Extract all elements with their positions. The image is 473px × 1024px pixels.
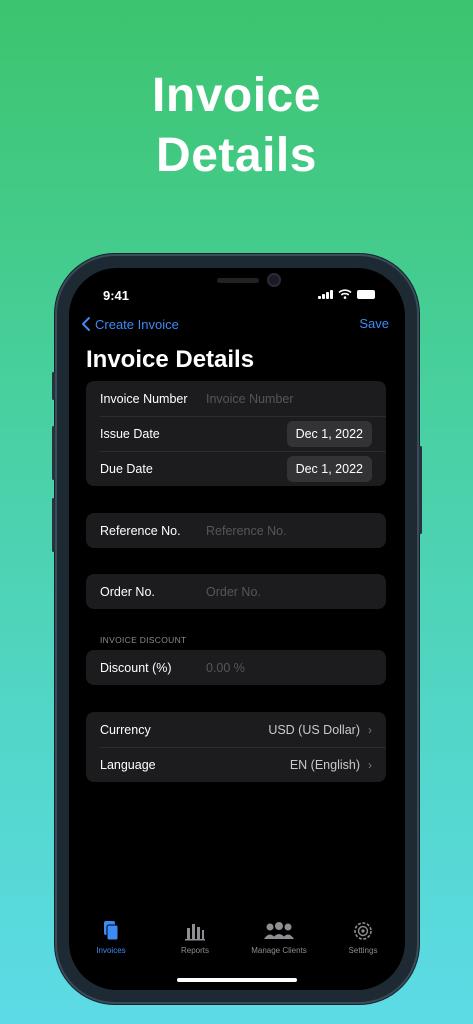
tab-invoices[interactable]: Invoices — [69, 920, 153, 970]
page-title: Invoice Details — [86, 346, 255, 373]
tab-invoices-label: Invoices — [96, 946, 126, 955]
wifi-icon — [338, 289, 352, 299]
tab-settings[interactable]: Settings — [321, 920, 405, 970]
phone-screen: 9:41 Create Invoice Save Invoice Details… — [69, 268, 405, 990]
order-group: Order No. Order No. — [86, 574, 386, 609]
status-icons — [318, 289, 375, 299]
issue-date-label: Issue Date — [100, 426, 160, 441]
back-button[interactable]: Create Invoice — [81, 316, 179, 332]
discount-group: Discount (%) 0.00 % — [86, 650, 386, 685]
reference-row[interactable]: Reference No. Reference No. — [86, 513, 386, 548]
discount-input[interactable]: 0.00 % — [206, 661, 245, 675]
currency-value-wrap: USD (US Dollar) › — [268, 723, 372, 737]
order-row[interactable]: Order No. Order No. — [86, 574, 386, 609]
tab-reports-label: Reports — [180, 946, 209, 955]
order-input[interactable]: Order No. — [206, 585, 261, 599]
currency-label: Currency — [100, 722, 151, 737]
tab-reports[interactable]: Reports — [153, 920, 237, 970]
cellular-signal-icon — [318, 290, 333, 299]
language-value: EN (English) — [289, 757, 360, 772]
discount-row[interactable]: Discount (%) 0.00 % — [86, 650, 386, 685]
invoice-number-input[interactable]: Invoice Number — [206, 392, 294, 406]
hero-title: Invoice Details — [0, 66, 473, 186]
locale-group: Currency USD (US Dollar) › Language EN (… — [86, 712, 386, 782]
due-date-label: Due Date — [100, 461, 153, 476]
currency-value: USD (US Dollar) — [268, 722, 360, 737]
reference-group: Reference No. Reference No. — [86, 513, 386, 548]
tab-manage-clients[interactable]: Manage Clients — [237, 920, 321, 970]
discount-section-label: INVOICE DISCOUNT — [100, 635, 187, 645]
invoice-number-row[interactable]: Invoice Number Invoice Number — [86, 381, 386, 416]
document-icon — [104, 921, 119, 941]
camera — [267, 273, 281, 287]
language-row[interactable]: Language EN (English) › — [86, 747, 386, 782]
invoice-fields-group: Invoice Number Invoice Number Issue Date… — [86, 381, 386, 486]
language-label: Language — [100, 757, 156, 772]
reference-input[interactable]: Reference No. — [206, 524, 287, 538]
chevron-left-icon — [82, 317, 90, 331]
phone-frame: 9:41 Create Invoice Save Invoice Details… — [52, 254, 422, 1004]
chevron-right-icon: › — [368, 757, 372, 772]
due-date-picker[interactable]: Dec 1, 2022 — [286, 455, 372, 482]
gear-icon — [354, 922, 372, 940]
invoice-number-label: Invoice Number — [100, 391, 188, 406]
issue-date-row: Issue Date Dec 1, 2022 — [86, 416, 386, 451]
language-value-wrap: EN (English) › — [290, 758, 372, 772]
due-date-row: Due Date Dec 1, 2022 — [86, 451, 386, 486]
mute-switch — [52, 372, 55, 400]
home-indicator[interactable] — [177, 978, 297, 982]
power-button — [419, 446, 422, 534]
save-button[interactable]: Save — [359, 316, 389, 331]
people-icon — [264, 922, 294, 939]
currency-row[interactable]: Currency USD (US Dollar) › — [86, 712, 386, 747]
reference-label: Reference No. — [100, 523, 181, 538]
chevron-right-icon: › — [368, 722, 372, 737]
battery-icon — [357, 290, 375, 299]
hero-title-line-1: Invoice — [152, 69, 321, 122]
order-label: Order No. — [100, 584, 155, 599]
hero-title-line-2: Details — [156, 129, 317, 182]
speaker — [217, 278, 259, 283]
status-time: 9:41 — [103, 288, 130, 303]
bar-chart-icon — [185, 924, 205, 941]
volume-down-button — [52, 498, 55, 552]
back-button-label: Create Invoice — [95, 316, 179, 332]
volume-up-button — [52, 426, 55, 480]
notch — [149, 268, 325, 298]
tab-manage-clients-label: Manage Clients — [251, 946, 307, 955]
tab-settings-label: Settings — [348, 946, 378, 955]
issue-date-picker[interactable]: Dec 1, 2022 — [286, 420, 372, 447]
tab-bar: Invoices Reports Manage Clients Settings — [69, 920, 405, 970]
discount-label: Discount (%) — [100, 660, 172, 675]
